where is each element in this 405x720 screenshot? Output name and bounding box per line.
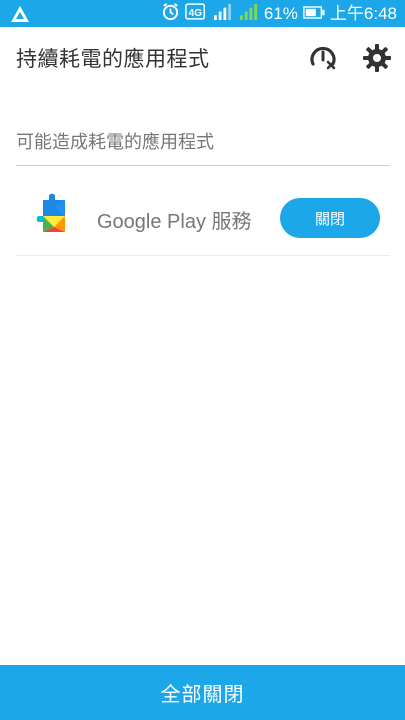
close-all-label: 全部關閉 [160, 682, 245, 706]
signal-icon-1 [212, 2, 233, 25]
list-item: Google Play 服務 關閉 [16, 190, 390, 256]
svg-text:4G: 4G [189, 8, 203, 19]
app-header: 持續耗電的應用程式 [0, 27, 405, 89]
battery-icon [303, 4, 325, 23]
status-time: 上午6:48 [329, 4, 397, 23]
speed-boost-icon [310, 46, 336, 70]
signal-icon-2 [238, 2, 259, 25]
page-title: 持續耗電的應用程式 [16, 47, 210, 71]
close-all-button[interactable]: 全部關閉 [0, 665, 405, 720]
gear-icon [363, 44, 391, 72]
alarm-icon [161, 2, 180, 25]
asus-logo-icon [10, 4, 30, 24]
speed-boost-button[interactable] [308, 43, 338, 73]
section-divider [16, 165, 390, 166]
section-title: 可能造成耗電的應用程式 [16, 132, 214, 153]
battery-percent: 61% [263, 4, 298, 23]
google-play-services-icon [35, 192, 73, 240]
status-icons: 4G 61% 上午6:48 [161, 0, 397, 27]
status-bar: 4G 61% 上午6:48 [0, 0, 405, 27]
settings-button[interactable] [362, 43, 392, 73]
close-app-button[interactable]: 關閉 [280, 198, 380, 238]
app-name: Google Play 服務 [97, 211, 252, 233]
4g-icon: 4G [185, 2, 207, 25]
